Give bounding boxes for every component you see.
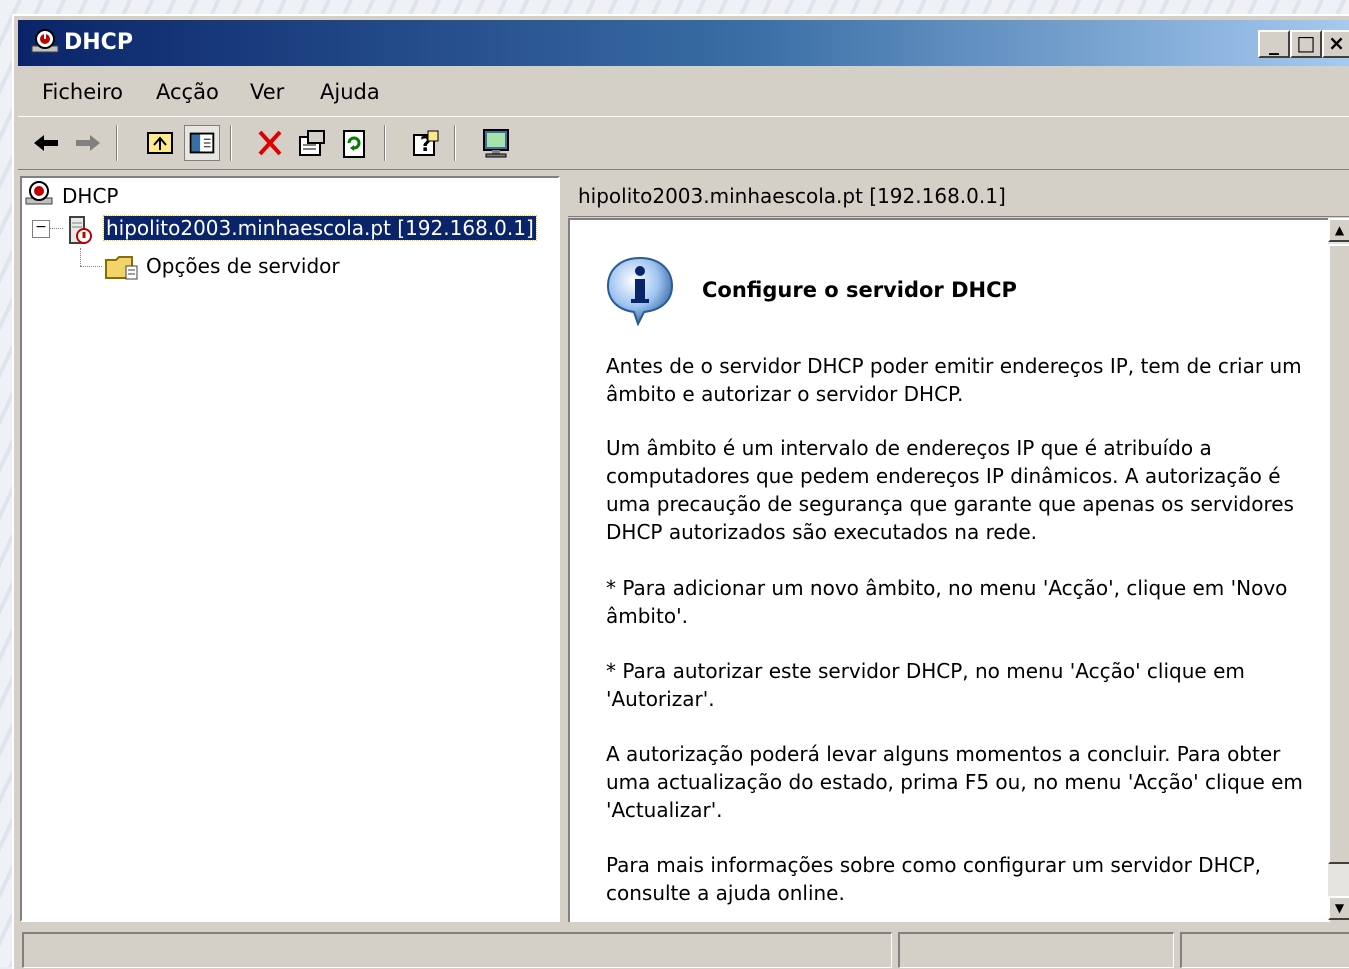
close-button[interactable]: ×: [1322, 30, 1349, 58]
tree-expander-icon[interactable]: −: [32, 220, 50, 238]
dhcp-root-icon: [25, 181, 53, 205]
status-panel-main: [22, 932, 892, 968]
properties-icon[interactable]: [294, 125, 330, 161]
console-icon[interactable]: [478, 125, 514, 161]
help-icon[interactable]: ?: [408, 125, 444, 161]
tree-item-dhcp[interactable]: DHCP: [62, 184, 118, 208]
up-one-level-icon[interactable]: [142, 125, 178, 161]
details-header-title: hipolito2003.minhaescola.pt [192.168.0.1…: [578, 184, 1006, 208]
details-pane: Configure o servidor DHCP Antes de o ser…: [568, 218, 1330, 922]
refresh-icon[interactable]: [336, 125, 372, 161]
status-panel-secondary: [898, 932, 1174, 968]
tree-item-server[interactable]: hipolito2003.minhaescola.pt [192.168.0.1…: [103, 215, 537, 241]
vertical-scrollbar[interactable]: ▲ ▼: [1328, 218, 1349, 920]
info-paragraph: * Para adicionar um novo âmbito, no menu…: [606, 576, 1288, 628]
server-icon: [69, 216, 92, 244]
toolbar-separator: [384, 125, 386, 161]
menu-bar: Ficheiro Acção Ver Ajuda: [18, 70, 1349, 114]
details-header: hipolito2003.minhaescola.pt [192.168.0.1…: [568, 176, 1349, 217]
delete-icon[interactable]: [252, 125, 288, 161]
info-title: Configure o servidor DHCP: [702, 278, 1017, 302]
tree-connector: [49, 228, 63, 229]
menu-ficheiro[interactable]: Ficheiro: [42, 80, 123, 104]
maximize-button[interactable]: □: [1290, 30, 1322, 58]
toolbar-separator: [230, 125, 232, 161]
scroll-up-arrow-icon[interactable]: ▲: [1328, 218, 1349, 242]
toolbar: ?: [18, 116, 1349, 170]
back-arrow-icon[interactable]: [28, 125, 64, 161]
status-bar: [18, 926, 1349, 969]
dhcp-app-icon: [31, 29, 59, 53]
info-icon: [606, 256, 674, 326]
menu-accao[interactable]: Acção: [156, 80, 219, 104]
info-paragraph: Um âmbito é um intervalo de endereços IP…: [606, 436, 1294, 544]
info-paragraph: * Para autorizar este servidor DHCP, no …: [606, 659, 1245, 711]
show-hide-console-tree-icon[interactable]: [184, 125, 220, 161]
title-bar[interactable]: DHCP _ □ ×: [18, 20, 1349, 66]
scroll-down-arrow-icon[interactable]: ▼: [1328, 896, 1349, 920]
tree-connector: [80, 266, 102, 267]
menu-ajuda[interactable]: Ajuda: [320, 80, 380, 104]
tree-connector: [80, 248, 81, 266]
dhcp-window: DHCP _ □ × Ficheiro Acção Ver Ajuda ? DH…: [12, 14, 1349, 969]
info-paragraph: A autorização poderá levar alguns moment…: [606, 742, 1303, 822]
server-options-folder-icon: [105, 256, 138, 280]
toolbar-separator: [454, 125, 456, 161]
forward-arrow-icon[interactable]: [70, 125, 106, 161]
menu-ver[interactable]: Ver: [250, 80, 284, 104]
scroll-thumb[interactable]: [1328, 244, 1349, 864]
toolbar-separator: [116, 125, 118, 161]
console-tree: DHCP − hipolito2003.minhaescola.pt [192.…: [20, 176, 560, 922]
info-paragraph: Para mais informações sobre como configu…: [606, 853, 1261, 905]
tree-item-server-options[interactable]: Opções de servidor: [146, 254, 340, 278]
status-panel-tertiary: [1180, 932, 1349, 968]
info-paragraph: Antes de o servidor DHCP poder emitir en…: [606, 354, 1302, 406]
minimize-button[interactable]: _: [1258, 30, 1290, 58]
window-title: DHCP: [64, 30, 133, 55]
